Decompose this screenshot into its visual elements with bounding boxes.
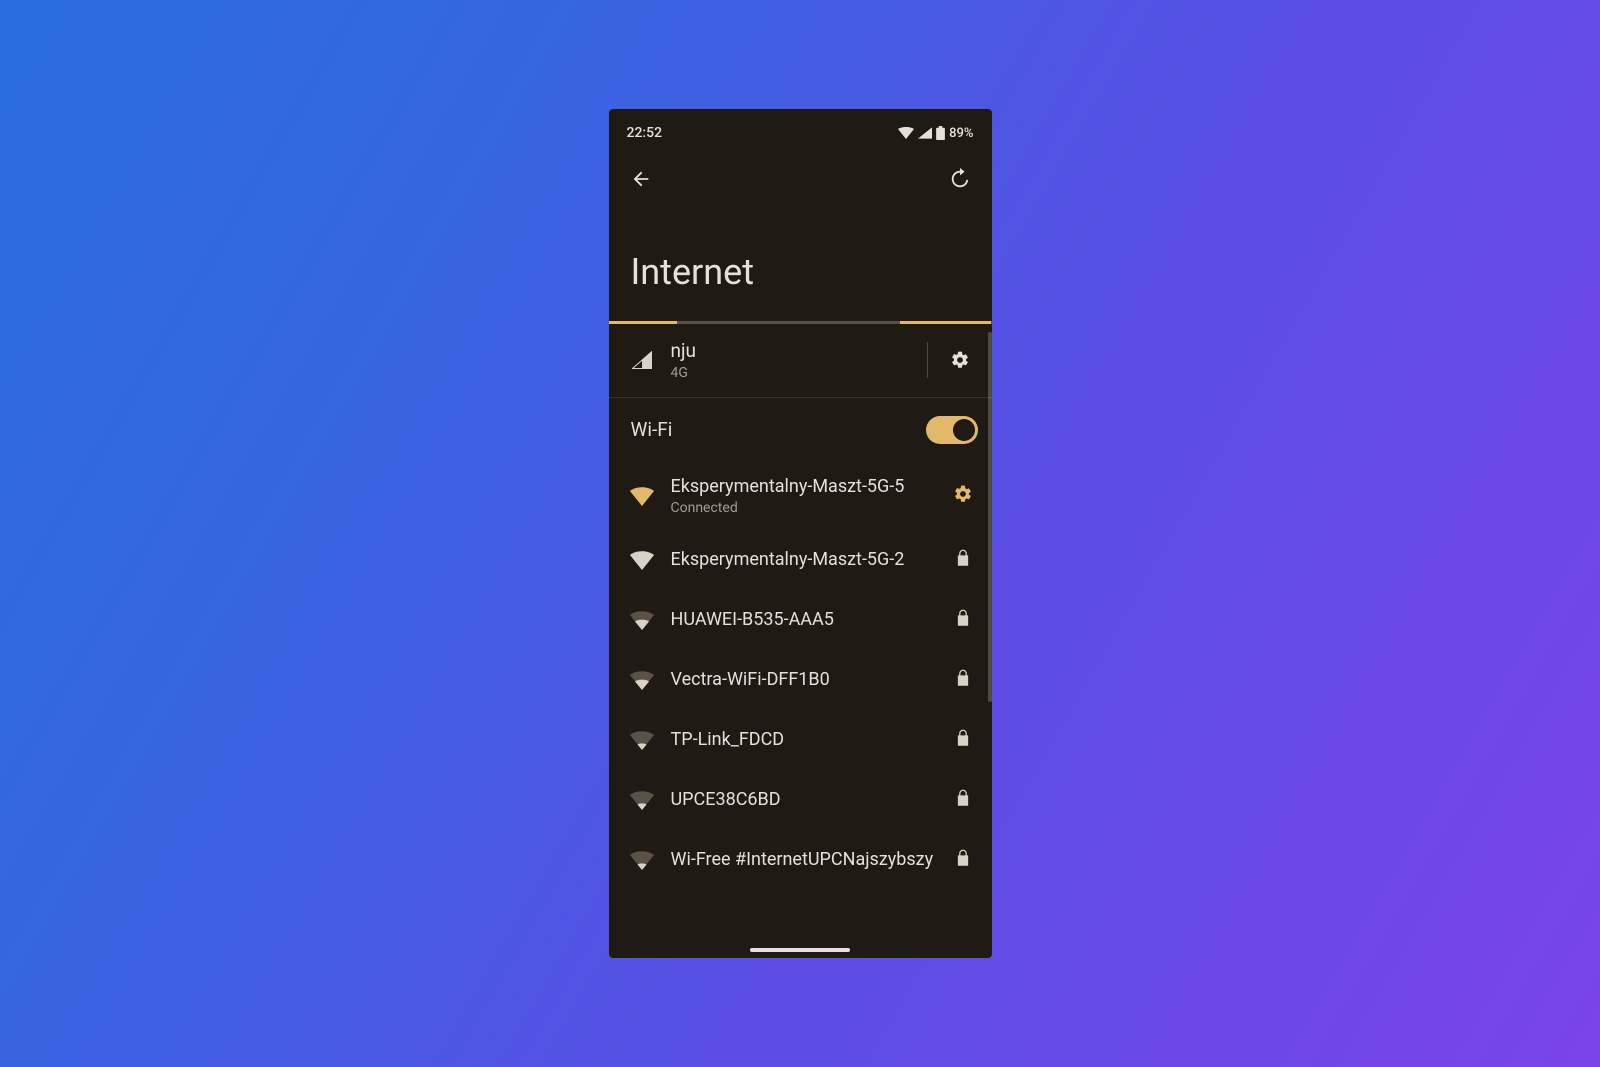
wifi-network-name: Eksperymentalny-Maszt-5G-5 bbox=[671, 476, 940, 499]
wifi-status-icon bbox=[898, 127, 914, 139]
page-title: Internet bbox=[609, 251, 992, 293]
arrow-left-icon bbox=[630, 168, 652, 190]
wifi-network-list: Eksperymentalny-Maszt-5G-5ConnectedEkspe… bbox=[609, 462, 992, 891]
battery-icon bbox=[936, 126, 945, 140]
wifi-signal-icon bbox=[627, 790, 657, 810]
wifi-network-name: HUAWEI-B535-AAA5 bbox=[671, 609, 940, 632]
wifi-signal-icon bbox=[627, 730, 657, 750]
wifi-toggle[interactable] bbox=[926, 416, 978, 444]
lock-icon bbox=[955, 849, 971, 871]
mobile-network-type: 4G bbox=[671, 365, 913, 381]
lock-icon bbox=[955, 549, 971, 571]
gear-icon bbox=[950, 350, 970, 370]
wifi-signal-icon bbox=[627, 850, 657, 870]
top-app-bar bbox=[609, 155, 992, 203]
lock-icon bbox=[955, 609, 971, 631]
mobile-network-name: nju bbox=[671, 340, 913, 363]
wifi-network-secured-indicator bbox=[948, 609, 978, 631]
back-button[interactable] bbox=[623, 161, 659, 197]
wifi-network-row[interactable]: HUAWEI-B535-AAA5 bbox=[609, 590, 992, 650]
wifi-network-secured-indicator bbox=[948, 549, 978, 571]
mobile-settings-button[interactable] bbox=[942, 342, 978, 378]
status-icons: 89% bbox=[898, 126, 973, 141]
status-time: 22:52 bbox=[627, 125, 663, 141]
wifi-signal-icon bbox=[627, 486, 657, 506]
scrollbar-thumb[interactable] bbox=[988, 332, 992, 702]
wifi-network-secured-indicator bbox=[948, 729, 978, 751]
cell-signal-icon bbox=[918, 127, 932, 139]
toggle-knob bbox=[953, 419, 975, 441]
wifi-network-row[interactable]: Vectra-WiFi-DFF1B0 bbox=[609, 650, 992, 710]
mobile-network-row[interactable]: nju 4G bbox=[609, 324, 992, 398]
wifi-network-status: Connected bbox=[671, 500, 940, 516]
reset-icon bbox=[949, 168, 971, 190]
wifi-signal-icon bbox=[627, 670, 657, 690]
wifi-network-name: Eksperymentalny-Maszt-5G-2 bbox=[671, 549, 940, 572]
wifi-network-row[interactable]: UPCE38C6BD bbox=[609, 770, 992, 830]
lock-icon bbox=[955, 729, 971, 751]
wifi-network-settings-button[interactable] bbox=[948, 484, 978, 508]
gesture-nav-bar[interactable] bbox=[750, 948, 850, 952]
status-bar: 22:52 89% bbox=[609, 121, 992, 145]
wifi-network-name: TP-Link_FDCD bbox=[671, 729, 940, 752]
reset-button[interactable] bbox=[942, 161, 978, 197]
wifi-network-row[interactable]: Wi-Free #InternetUPCNajszybszy bbox=[609, 830, 992, 890]
wifi-network-row[interactable]: TP-Link_FDCD bbox=[609, 710, 992, 770]
content-scroll[interactable]: nju 4G Wi-Fi Eksperymentalny-Maszt-5G-5C… bbox=[609, 324, 992, 958]
wifi-network-name: UPCE38C6BD bbox=[671, 789, 940, 812]
cell-signal-icon bbox=[627, 351, 657, 369]
wifi-signal-icon bbox=[627, 550, 657, 570]
wifi-network-secured-indicator bbox=[948, 789, 978, 811]
wifi-network-row[interactable]: Eksperymentalny-Maszt-5G-5Connected bbox=[609, 462, 992, 531]
wifi-network-row[interactable]: Eksperymentalny-Maszt-5G-2 bbox=[609, 530, 992, 590]
gear-icon bbox=[953, 484, 973, 508]
wifi-network-secured-indicator bbox=[948, 669, 978, 691]
wifi-network-name: Vectra-WiFi-DFF1B0 bbox=[671, 669, 940, 692]
wifi-signal-icon bbox=[627, 610, 657, 630]
wifi-label: Wi-Fi bbox=[631, 418, 673, 441]
phone-frame: 22:52 89% Internet nju 4G bbox=[609, 109, 992, 958]
wifi-network-name: Wi-Free #InternetUPCNajszybszy bbox=[671, 849, 940, 872]
wifi-toggle-row: Wi-Fi bbox=[609, 398, 992, 462]
lock-icon bbox=[955, 669, 971, 691]
wifi-network-secured-indicator bbox=[948, 849, 978, 871]
battery-percent: 89% bbox=[949, 126, 973, 141]
row-divider bbox=[927, 342, 928, 378]
lock-icon bbox=[955, 789, 971, 811]
